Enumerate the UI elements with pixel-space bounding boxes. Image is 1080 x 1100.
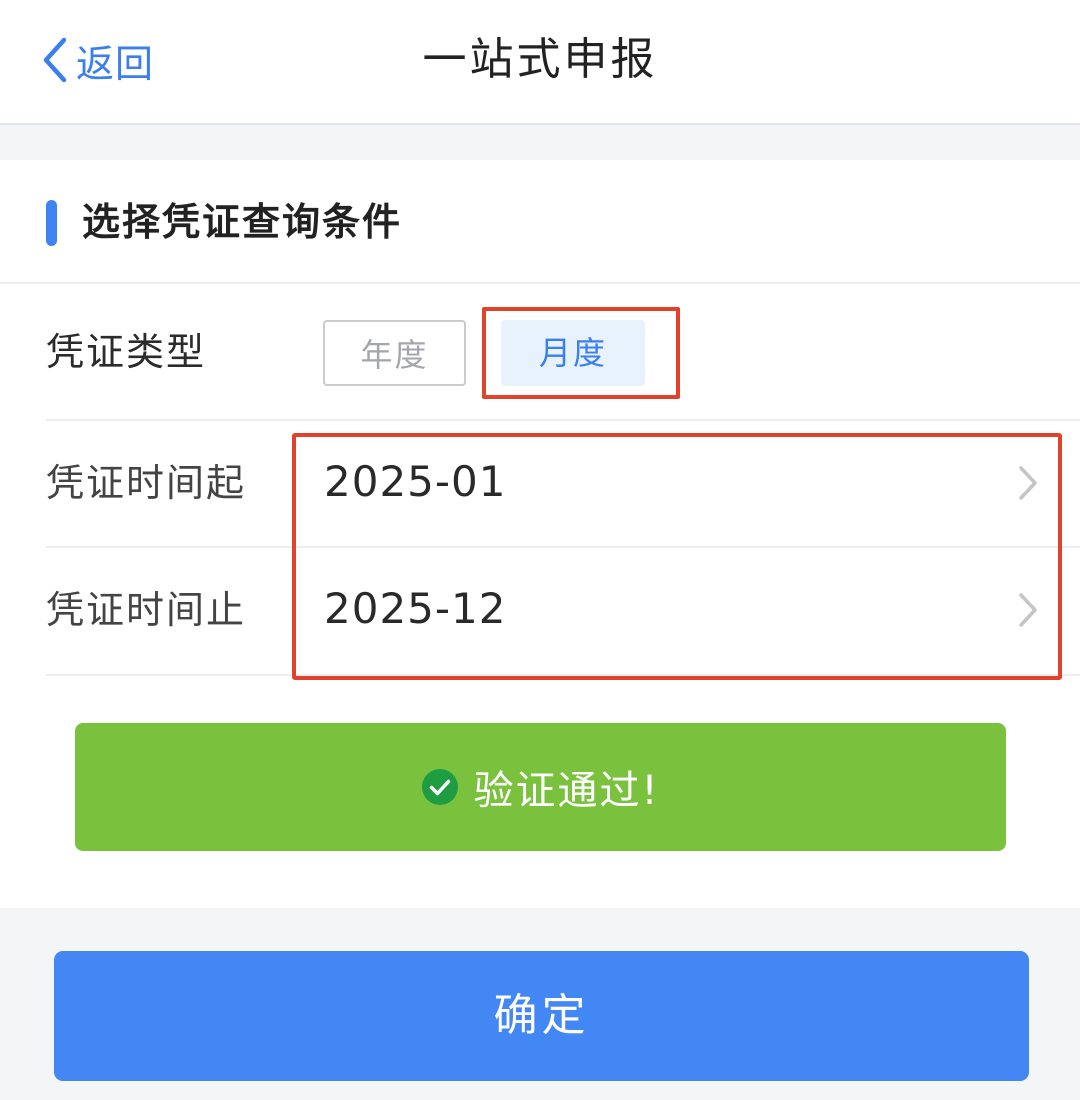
start-time-row[interactable]: 凭证时间起 2025-01 — [46, 421, 1080, 548]
start-time-value[interactable]: 2025-01 — [324, 449, 507, 515]
section-title: 选择凭证查询条件 — [82, 200, 403, 244]
voucher-type-row: 凭证类型 年度 月度 — [46, 284, 1080, 421]
start-time-label: 凭证时间起 — [46, 461, 247, 505]
verification-status-bar: 验证通过! — [75, 723, 1006, 851]
confirm-button[interactable]: 确定 — [54, 951, 1029, 1081]
voucher-type-label: 凭证类型 — [46, 330, 207, 374]
end-time-row[interactable]: 凭证时间止 2025-12 — [46, 548, 1080, 676]
type-option-month[interactable]: 月度 — [501, 320, 645, 386]
check-circle-icon — [422, 769, 459, 805]
end-time-value[interactable]: 2025-12 — [324, 576, 507, 642]
nav-bar: 返回 一站式申报 — [0, 0, 1080, 125]
verification-status-text: 验证通过! — [473, 768, 660, 814]
section-accent-bar — [46, 200, 57, 246]
chevron-right-icon[interactable] — [1016, 590, 1040, 630]
end-time-label: 凭证时间止 — [46, 588, 247, 632]
type-option-year[interactable]: 年度 — [323, 320, 466, 386]
query-form-card: 选择凭证查询条件 凭证类型 年度 月度 凭证时间起 2025-01 凭证时间止 … — [0, 160, 1080, 908]
section-header: 选择凭证查询条件 — [0, 160, 1080, 284]
page-title: 一站式申报 — [422, 34, 658, 85]
chevron-right-icon[interactable] — [1016, 463, 1040, 503]
